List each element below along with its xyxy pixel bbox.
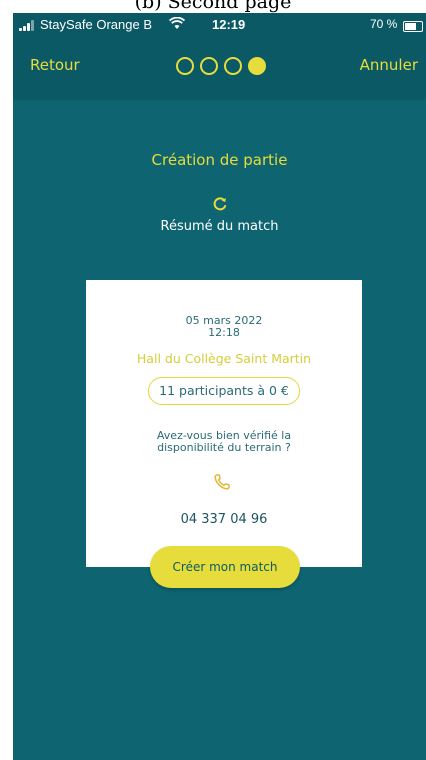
battery-icon	[403, 21, 423, 32]
phone-number[interactable]: 04 337 04 96	[86, 512, 362, 527]
match-location: Hall du Collège Saint Martin	[136, 351, 312, 366]
wifi-icon	[168, 16, 186, 33]
match-time: 12:18	[208, 326, 240, 339]
cancel-button[interactable]: Annuler	[360, 56, 418, 74]
app-screen: StaySafe Orange B 12:19 70 % Retour Annu…	[13, 13, 426, 760]
step-dot	[224, 57, 242, 75]
signal-icon	[19, 20, 39, 31]
availability-question: Avez-vous bien vérifié la disponibilité …	[86, 430, 362, 454]
carrier-name: StaySafe Orange B	[40, 17, 153, 32]
match-datetime: 05 mars 2022 12:18	[86, 315, 362, 339]
status-time: 12:19	[212, 17, 246, 32]
figure-caption: (b) Second page	[134, 0, 292, 13]
step-dot-active	[248, 57, 266, 75]
summary-subtitle: Résumé du match	[160, 219, 279, 234]
header-bar: Retour Annuler	[13, 37, 426, 97]
step-dot	[200, 57, 218, 75]
participants-badge: 11 participants à 0 €	[148, 377, 300, 405]
match-summary-card: 05 mars 2022 12:18 Hall du Collège Saint…	[86, 280, 362, 567]
page-title: Création de partie	[151, 151, 288, 169]
phone-icon[interactable]	[212, 472, 232, 492]
status-bar: StaySafe Orange B 12:19 70 %	[13, 13, 426, 37]
battery-percent: 70 %	[370, 17, 398, 31]
create-match-button[interactable]: Créer mon match	[150, 546, 300, 588]
step-indicator	[176, 57, 266, 75]
back-button[interactable]: Retour	[30, 56, 80, 74]
step-dot	[176, 57, 194, 75]
loading-spinner-icon	[213, 196, 227, 211]
question-line-2: disponibilité du terrain ?	[157, 441, 291, 454]
